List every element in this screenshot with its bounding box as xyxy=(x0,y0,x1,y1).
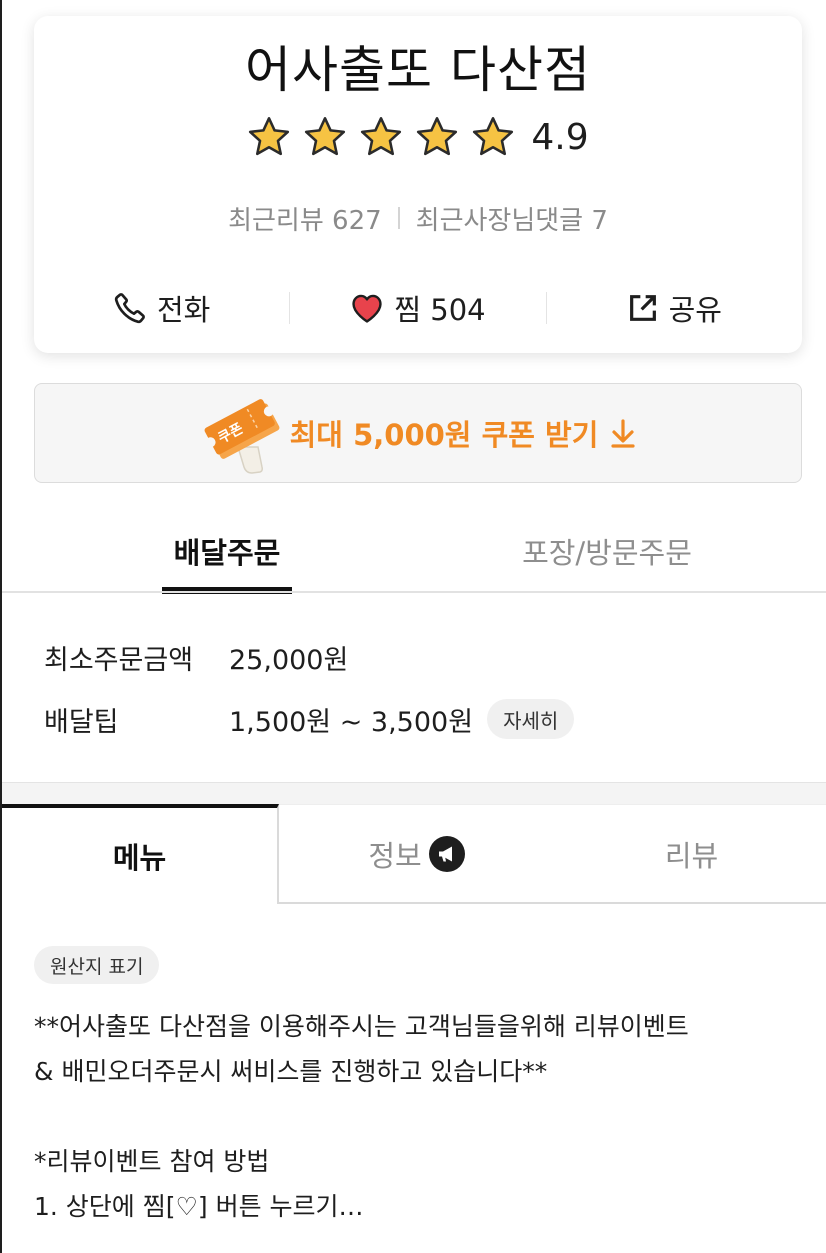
delivery-tip-row: 배달팁 1,500원 ~ 3,500원 자세히 xyxy=(44,694,575,744)
star-icon xyxy=(417,117,458,156)
notice-line: & 배민오더주문시 써비스를 진행하고 있습니다** xyxy=(34,1057,548,1086)
rating-row: 4.9 xyxy=(34,112,802,162)
tab-menu-label: 메뉴 xyxy=(112,841,167,875)
download-arrow-icon xyxy=(611,419,635,448)
main-tabs: 메뉴 정보 리뷰 xyxy=(2,804,826,904)
store-name: 어사출또 다산점 xyxy=(245,41,591,99)
tab-reviews-label: 리뷰 xyxy=(664,838,719,873)
coupon-banner[interactable]: 쿠폰 최대 5,000원 쿠폰 받기 xyxy=(34,383,802,483)
tab-pickup-order[interactable]: 포장/방문주문 xyxy=(482,510,732,592)
owner-replies-count[interactable]: 최근사장님댓글 7 xyxy=(416,200,608,237)
tab-reviews[interactable]: 리뷰 xyxy=(555,804,826,904)
stats-divider xyxy=(397,207,400,229)
recent-reviews-count[interactable]: 최근리뷰 627 xyxy=(228,200,382,237)
notice-line: **어사출또 다산점을 이용해주시는 고객님들을위해 리뷰이벤트 xyxy=(34,1012,689,1041)
review-stats: 최근리뷰 627 최근사장님댓글 7 xyxy=(34,196,802,240)
star-icon xyxy=(361,117,402,156)
share-button[interactable]: 공유 xyxy=(547,287,802,329)
phone-icon xyxy=(114,293,145,324)
order-type-tabs: 배달주문 포장/방문주문 xyxy=(2,510,826,594)
min-order-label: 최소주문금액 xyxy=(44,644,194,676)
heart-icon xyxy=(352,294,383,323)
min-order-row: 최소주문금액 25,000원 xyxy=(44,632,348,682)
tab-delivery-order[interactable]: 배달주문 xyxy=(162,510,292,594)
share-label: 공유 xyxy=(668,293,722,327)
megaphone-badge-icon xyxy=(428,835,465,872)
section-separator xyxy=(2,782,826,804)
coupon-label: 최대 5,000원 쿠폰 받기 xyxy=(289,418,599,452)
tab-menu[interactable]: 메뉴 xyxy=(2,804,279,904)
store-card: 어사출또 다산점 4.9 최근리뷰 627 최근사장님댓글 7 전화 찜 504… xyxy=(34,16,802,353)
favorite-count: 찜 504 xyxy=(394,293,486,327)
store-notice: **어사출또 다산점을 이용해주시는 고객님들을위해 리뷰이벤트 & 배민오더주… xyxy=(34,1004,804,1229)
notice-line: *리뷰이벤트 참여 방법 xyxy=(34,1147,270,1176)
favorite-button[interactable]: 찜 504 xyxy=(290,287,545,329)
store-actions: 전화 찜 504 공유 xyxy=(34,268,802,348)
rating-value: 4.9 xyxy=(531,116,589,158)
delivery-tip-detail-button[interactable]: 자세히 xyxy=(487,699,575,739)
tab-info[interactable]: 정보 xyxy=(279,804,555,904)
order-tabs-divider xyxy=(2,591,826,593)
delivery-tip-label: 배달팁 xyxy=(44,706,119,738)
delivery-tip-value: 1,500원 ~ 3,500원 xyxy=(229,706,474,738)
notice-line: 1. 상단에 찜[♡] 버튼 누르기… xyxy=(34,1192,364,1221)
notice-line xyxy=(34,1094,804,1139)
origin-label-chip[interactable]: 원산지 표기 xyxy=(34,946,160,984)
star-icon xyxy=(473,117,514,156)
star-icon xyxy=(305,117,346,156)
star-icon xyxy=(249,117,290,156)
share-icon xyxy=(629,295,656,321)
tab-info-label: 정보 xyxy=(368,838,422,873)
call-button[interactable]: 전화 xyxy=(34,287,289,329)
min-order-value: 25,000원 xyxy=(229,644,349,676)
coupon-ticket-icon: 쿠폰 xyxy=(204,399,280,474)
call-label: 전화 xyxy=(156,293,211,327)
